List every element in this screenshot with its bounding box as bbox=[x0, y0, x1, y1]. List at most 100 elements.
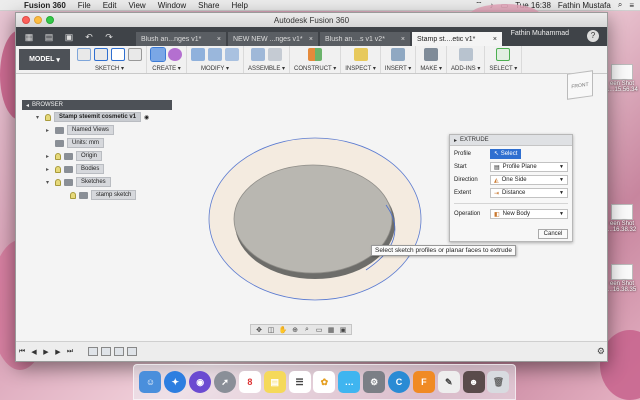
orbit-icon[interactable]: ✥ bbox=[254, 326, 264, 334]
select-cursor-icon[interactable] bbox=[496, 48, 511, 61]
siri-icon[interactable]: ◉ bbox=[189, 371, 212, 393]
tree-item-origin[interactable]: ▸ Origin bbox=[46, 150, 103, 162]
joint-icon[interactable] bbox=[268, 48, 283, 61]
tree-item-units[interactable]: Units: mm bbox=[46, 137, 104, 149]
visibility-bulb-icon[interactable] bbox=[45, 113, 51, 121]
collapse-triangle-icon[interactable]: ▸ bbox=[454, 137, 457, 144]
tree-item-stamp-sketch[interactable]: stamp sketch bbox=[70, 189, 137, 201]
tab-close-icon[interactable]: × bbox=[309, 36, 313, 43]
rectangle-icon[interactable] bbox=[111, 48, 125, 61]
save-icon[interactable]: ▣ bbox=[62, 31, 76, 43]
spotlight-icon[interactable]: ⌕ bbox=[618, 0, 622, 10]
visibility-bulb-icon[interactable] bbox=[55, 178, 61, 186]
menu-help[interactable]: Help bbox=[226, 1, 254, 10]
profile-select-button[interactable]: ↖ Select bbox=[490, 149, 522, 159]
document-tab[interactable]: NEW NEW ...nges v1* × bbox=[228, 32, 318, 46]
zoom-icon[interactable]: ⊕ bbox=[290, 326, 300, 334]
direction-dropdown[interactable]: ◭ One Side ▼ bbox=[490, 175, 568, 185]
cancel-button[interactable]: Cancel bbox=[538, 229, 568, 239]
finder-icon[interactable]: ☺ bbox=[139, 371, 162, 393]
extent-dropdown[interactable]: ⇥ Distance ▼ bbox=[490, 188, 568, 198]
insert-image-icon[interactable] bbox=[391, 48, 406, 61]
workspace-switcher[interactable]: MODEL ▾ bbox=[19, 49, 70, 70]
toolbar-group-select[interactable]: SELECT ▾ bbox=[485, 46, 523, 73]
visibility-bulb-icon[interactable] bbox=[55, 165, 61, 173]
tree-item-root[interactable]: ▾ Stamp steemit cosmetic v1 ◉ bbox=[36, 111, 149, 123]
expand-triangle-icon[interactable]: ▾ bbox=[36, 114, 42, 121]
pan-icon[interactable]: ✋ bbox=[278, 326, 288, 334]
look-at-icon[interactable]: ◫ bbox=[266, 326, 276, 334]
step-forward-icon[interactable]: ▶ bbox=[52, 348, 64, 356]
reminders-icon[interactable]: ☰ bbox=[288, 371, 311, 393]
messages-icon[interactable]: … bbox=[338, 371, 361, 393]
menubar-user[interactable]: Fathin Mustafa bbox=[558, 1, 611, 10]
press-pull-icon[interactable] bbox=[191, 48, 205, 61]
extrude-dialog-header[interactable]: ▸ EXTRUDE bbox=[450, 135, 572, 146]
scripts-icon[interactable] bbox=[458, 48, 473, 61]
new-component-icon[interactable] bbox=[251, 48, 266, 61]
trim-icon[interactable] bbox=[128, 48, 142, 61]
display-settings-icon[interactable]: ▭ bbox=[314, 326, 324, 334]
offset-plane-icon[interactable] bbox=[308, 48, 323, 61]
document-tab[interactable]: Blush an...nges v1* × bbox=[136, 32, 226, 46]
viewcube[interactable]: FRONT bbox=[567, 70, 593, 100]
desktop-file[interactable]: een Shot 1...15.56.34 bbox=[604, 64, 640, 93]
step-back-icon[interactable]: ◀ bbox=[28, 348, 40, 356]
ccleaner-icon[interactable]: C bbox=[388, 371, 411, 393]
toolbar-group-sketch[interactable]: SKETCH ▾ bbox=[73, 46, 147, 73]
launchpad-icon[interactable]: ➚ bbox=[214, 371, 236, 393]
go-to-end-icon[interactable]: ⏭ bbox=[64, 348, 76, 356]
profile-photo-icon[interactable]: ☻ bbox=[462, 371, 485, 393]
radio-activate-icon[interactable]: ◉ bbox=[144, 114, 149, 121]
data-panel-icon[interactable]: ▦ bbox=[22, 31, 36, 43]
start-dropdown[interactable]: ▤ Profile Plane ▼ bbox=[490, 162, 568, 172]
timeline-feature-sketch-icon[interactable] bbox=[88, 347, 98, 356]
create-sketch-icon[interactable] bbox=[77, 48, 91, 61]
menu-app-name[interactable]: Fusion 360 bbox=[18, 1, 72, 10]
line-icon[interactable] bbox=[94, 48, 108, 61]
toolbar-group-insert[interactable]: INSERT ▾ bbox=[381, 46, 417, 73]
undo-icon[interactable]: ↶ bbox=[82, 31, 96, 43]
expand-triangle-icon[interactable]: ▾ bbox=[46, 179, 52, 186]
viewports-icon[interactable]: ▣ bbox=[338, 326, 348, 334]
extrude-icon[interactable] bbox=[150, 47, 166, 62]
menu-window[interactable]: Window bbox=[152, 1, 192, 10]
fusion-360-icon[interactable]: F bbox=[412, 371, 435, 393]
desktop-file[interactable]: een Shot ...16.38.35 bbox=[604, 264, 640, 293]
play-icon[interactable]: ▶ bbox=[40, 348, 52, 356]
menu-edit[interactable]: Edit bbox=[97, 1, 123, 10]
photos-icon[interactable]: ✿ bbox=[313, 371, 336, 393]
menu-share[interactable]: Share bbox=[192, 1, 225, 10]
notes-icon[interactable]: ▤ bbox=[263, 371, 286, 393]
measure-icon[interactable] bbox=[353, 48, 368, 61]
tree-item-named-views[interactable]: ▸ Named Views bbox=[46, 124, 114, 136]
toolbar-group-modify[interactable]: MODIFY ▾ bbox=[187, 46, 244, 73]
toolbar-group-make[interactable]: MAKE ▾ bbox=[416, 46, 447, 73]
browser-panel-header[interactable]: ◂ BROWSER bbox=[22, 100, 172, 110]
collapse-triangle-icon[interactable]: ◂ bbox=[26, 102, 29, 109]
tab-close-icon[interactable]: × bbox=[217, 36, 221, 43]
tab-close-icon[interactable]: × bbox=[493, 36, 497, 43]
grid-settings-icon[interactable]: ▦ bbox=[326, 326, 336, 334]
help-icon[interactable]: ? bbox=[587, 30, 599, 42]
expand-triangle-icon[interactable]: ▸ bbox=[46, 153, 52, 160]
toolbar-group-add-ins[interactable]: ADD-INS ▾ bbox=[447, 46, 486, 73]
3d-print-icon[interactable] bbox=[424, 48, 439, 61]
timeline-feature-icon[interactable] bbox=[114, 347, 124, 356]
timeline-feature-icon[interactable] bbox=[127, 347, 137, 356]
timeline-feature-icon[interactable] bbox=[101, 347, 111, 356]
menu-view[interactable]: View bbox=[122, 1, 151, 10]
tree-item-sketches[interactable]: ▾ Sketches bbox=[46, 176, 111, 188]
visibility-bulb-icon[interactable] bbox=[55, 152, 61, 160]
zoom-window-icon[interactable]: ⌕ bbox=[302, 326, 312, 334]
user-name[interactable]: Fathin Muhammad bbox=[511, 30, 569, 37]
expand-triangle-icon[interactable]: ▸ bbox=[46, 166, 52, 173]
tab-close-icon[interactable]: × bbox=[401, 36, 405, 43]
safari-icon[interactable]: ✦ bbox=[164, 371, 187, 393]
tree-item-bodies[interactable]: ▸ Bodies bbox=[46, 163, 105, 175]
menu-file[interactable]: File bbox=[72, 1, 97, 10]
fillet-icon[interactable] bbox=[208, 48, 222, 61]
expand-triangle-icon[interactable]: ▸ bbox=[46, 127, 52, 134]
document-tab[interactable]: Blush an....s v1 v2* × bbox=[320, 32, 410, 46]
file-menu-icon[interactable]: ▤ bbox=[42, 31, 56, 43]
